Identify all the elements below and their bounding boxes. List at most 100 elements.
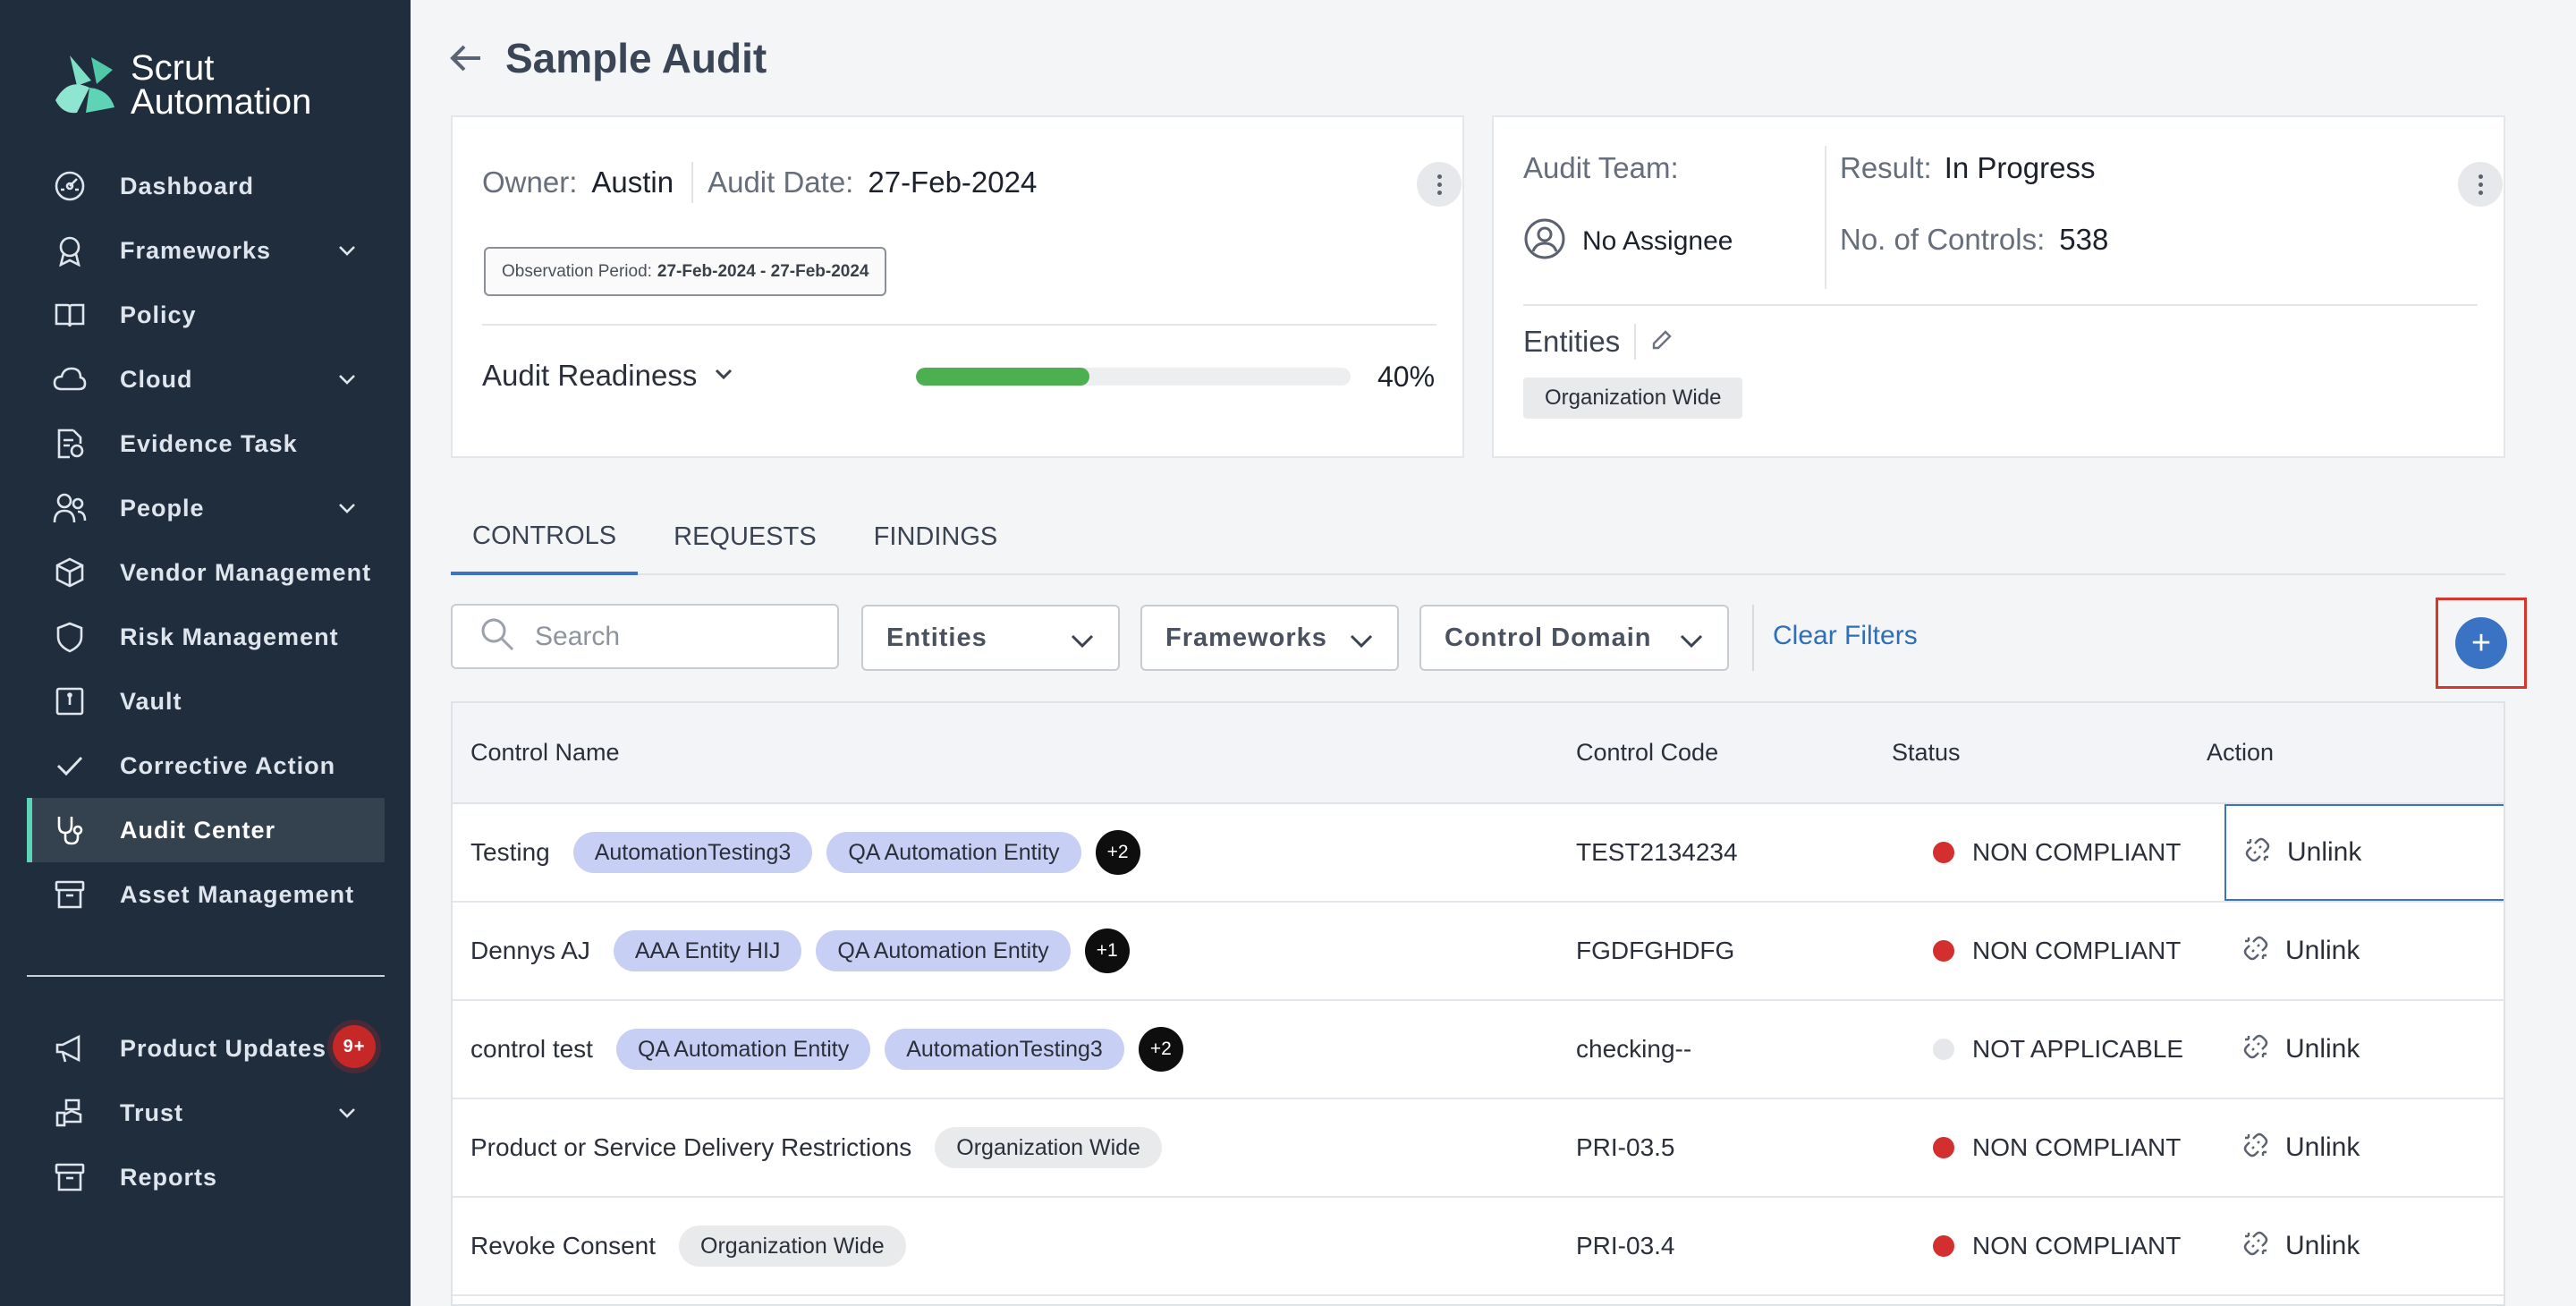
- tab-controls[interactable]: CONTROLS: [451, 501, 639, 575]
- sidebar-item-audit-center[interactable]: Audit Center: [27, 798, 385, 862]
- control-name[interactable]: Testing: [470, 838, 550, 867]
- table-row[interactable]: Product or Service Delivery Restrictions…: [453, 1099, 2504, 1198]
- unlink-icon: [2242, 935, 2269, 968]
- back-arrow-icon[interactable]: [448, 40, 484, 76]
- control-name[interactable]: control test: [470, 1035, 593, 1064]
- unlink-button[interactable]: Unlink: [2224, 1198, 2504, 1294]
- brand-logo[interactable]: Scrut Automation: [50, 50, 311, 120]
- main-content: Sample Audit Owner: Austin Audit Date: 2…: [411, 0, 2576, 1306]
- table-row[interactable]: control test QA Automation Entity Automa…: [453, 1001, 2504, 1099]
- chevron-down-icon: [336, 1102, 358, 1130]
- frameworks-dropdown[interactable]: Frameworks: [1140, 605, 1399, 671]
- status-text: NON COMPLIANT: [1972, 1133, 2182, 1161]
- sidebar-item-corrective-action[interactable]: Corrective Action: [27, 734, 385, 798]
- controls-table: Control Name Control Code Status Action …: [451, 701, 2505, 1306]
- control-name-cell: Testing AutomationTesting3 QA Automation…: [470, 804, 1140, 901]
- sidebar-item-label: Risk Management: [120, 623, 339, 650]
- unlink-label: Unlink: [2285, 1231, 2360, 1260]
- audit-readiness-toggle[interactable]: Audit Readiness: [482, 359, 734, 393]
- sidebar-item-label: Cloud: [120, 365, 193, 393]
- notification-badge: 9+: [333, 1025, 376, 1068]
- sidebar-item-cloud[interactable]: Cloud: [27, 347, 385, 411]
- user-circle-icon: [1523, 217, 1566, 265]
- column-header-status[interactable]: Status: [1892, 739, 1961, 767]
- control-name[interactable]: Revoke Consent: [470, 1232, 656, 1260]
- clear-filters-link[interactable]: Clear Filters: [1773, 621, 1918, 651]
- search-box[interactable]: [451, 604, 839, 669]
- unlink-button[interactable]: Unlink: [2224, 903, 2504, 999]
- entity-tag: Organization Wide: [679, 1225, 906, 1267]
- scrut-logo-icon: [50, 50, 120, 120]
- sidebar-item-label: Reports: [120, 1163, 218, 1191]
- table-row[interactable]: Dennys AJ AAA Entity HIJ QA Automation E…: [453, 903, 2504, 1001]
- archive-icon: [52, 877, 88, 912]
- add-control-button[interactable]: +: [2455, 617, 2507, 669]
- dashboard-icon: [52, 168, 88, 204]
- sidebar-item-vault[interactable]: Vault: [27, 669, 385, 734]
- more-tags-badge[interactable]: +2: [1095, 830, 1140, 875]
- sidebar-item-label: Trust: [120, 1098, 184, 1126]
- entities-header: Entities: [1523, 324, 1674, 360]
- divider: [482, 324, 1436, 326]
- audit-team-label: Audit Team:: [1523, 151, 1679, 184]
- sidebar-item-risk-management[interactable]: Risk Management: [27, 605, 385, 669]
- status-cell: NON COMPLIANT: [1933, 1232, 2181, 1260]
- sidebar-item-label: Audit Center: [120, 816, 275, 844]
- sidebar-item-policy[interactable]: Policy: [27, 283, 385, 347]
- entity-tag: QA Automation Entity: [615, 1029, 871, 1070]
- assignee[interactable]: No Assignee: [1523, 217, 1733, 265]
- sidebar-item-dashboard[interactable]: Dashboard: [27, 154, 385, 218]
- tab-findings[interactable]: FINDINGS: [852, 501, 1020, 573]
- audit-date-value: 27-Feb-2024: [868, 165, 1038, 199]
- unlink-label: Unlink: [2285, 1034, 2360, 1064]
- sidebar-item-asset-management[interactable]: Asset Management: [27, 862, 385, 927]
- control-domain-dropdown-label: Control Domain: [1445, 623, 1652, 652]
- status-text: NON COMPLIANT: [1972, 1232, 2182, 1259]
- search-icon: [479, 616, 515, 657]
- tab-requests[interactable]: REQUESTS: [652, 501, 838, 573]
- sidebar-item-vendor-management[interactable]: Vendor Management: [27, 540, 385, 605]
- owner-date-row: Owner: Austin Audit Date: 27-Feb-2024: [482, 162, 1037, 203]
- table-row[interactable]: Testing AutomationTesting3 QA Automation…: [453, 804, 2504, 903]
- unlink-button[interactable]: Unlink: [2224, 804, 2504, 901]
- sidebar-item-product-updates[interactable]: Product Updates 9+: [27, 1016, 385, 1081]
- search-input[interactable]: [535, 621, 821, 652]
- unlink-icon: [2242, 1033, 2269, 1066]
- entities-dropdown[interactable]: Entities: [861, 605, 1120, 671]
- more-options-icon[interactable]: [1417, 162, 1462, 207]
- control-name-cell: Dennys AJ AAA Entity HIJ QA Automation E…: [470, 903, 1130, 999]
- column-header-control-name[interactable]: Control Name: [470, 739, 620, 767]
- divider: [1752, 605, 1754, 671]
- sidebar-item-trust[interactable]: Trust: [27, 1081, 385, 1145]
- sidebar-item-frameworks[interactable]: Frameworks: [27, 218, 385, 283]
- control-name[interactable]: Dennys AJ: [470, 937, 590, 965]
- unlink-button[interactable]: Unlink: [2224, 1001, 2504, 1098]
- megaphone-icon: [52, 1030, 88, 1066]
- status-cell: NON COMPLIANT: [1933, 1133, 2181, 1162]
- sidebar-item-label: Frameworks: [120, 236, 272, 264]
- status-cell: NOT APPLICABLE: [1933, 1035, 2183, 1064]
- audit-readiness-label: Audit Readiness: [482, 359, 698, 392]
- controls-count-row: No. of Controls: 538: [1840, 223, 2108, 257]
- status-text: NON COMPLIANT: [1972, 937, 2182, 964]
- edit-pencil-icon[interactable]: [1650, 328, 1674, 356]
- chevron-down-icon: [336, 497, 358, 525]
- sidebar-item-evidence-task[interactable]: Evidence Task: [27, 411, 385, 476]
- progress-fill: [916, 368, 1090, 386]
- control-domain-dropdown[interactable]: Control Domain: [1419, 605, 1729, 671]
- entity-tag: AAA Entity HIJ: [613, 930, 802, 971]
- more-tags-badge[interactable]: +2: [1138, 1027, 1183, 1072]
- add-control-highlight: +: [2436, 598, 2527, 689]
- unlink-button[interactable]: Unlink: [2224, 1099, 2504, 1196]
- more-tags-badge[interactable]: +1: [1084, 929, 1130, 973]
- sidebar-item-label: Vendor Management: [120, 558, 372, 586]
- people-icon: [52, 490, 88, 526]
- table-row[interactable]: Revoke Consent Organization Wide PRI-03.…: [453, 1198, 2504, 1296]
- more-options-icon[interactable]: [2458, 162, 2503, 207]
- column-header-control-code[interactable]: Control Code: [1576, 739, 1718, 767]
- sidebar-item-people[interactable]: People: [27, 476, 385, 540]
- control-name[interactable]: Product or Service Delivery Restrictions: [470, 1133, 911, 1162]
- column-header-action[interactable]: Action: [2207, 739, 2274, 767]
- sidebar-item-label: People: [120, 494, 205, 522]
- sidebar-item-reports[interactable]: Reports: [27, 1145, 385, 1209]
